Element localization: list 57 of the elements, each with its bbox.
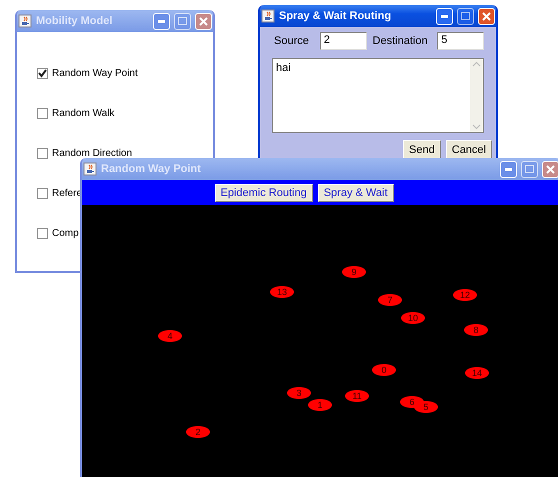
close-icon (199, 16, 208, 26)
checkbox-label: Random Direction (52, 148, 132, 158)
routing-button[interactable]: Epidemic Routing (214, 184, 313, 202)
destination-field[interactable]: 5 (437, 32, 484, 50)
scroll-bar[interactable] (470, 59, 483, 132)
routing-button[interactable]: Spray & Wait (318, 184, 394, 202)
source-label: Source (274, 35, 310, 47)
maximize-icon (178, 17, 187, 25)
close-icon (546, 164, 555, 174)
node: 11 (345, 390, 369, 402)
source-field[interactable]: 2 (320, 32, 367, 50)
checkbox-label: Comp (52, 228, 79, 238)
maximize-button[interactable] (174, 12, 191, 30)
node: 3 (287, 387, 311, 399)
dialog-button[interactable]: Cancel (446, 140, 492, 159)
node: 5 (414, 401, 438, 413)
maximize-icon (461, 12, 470, 20)
node: 7 (378, 294, 402, 306)
maximize-button[interactable] (457, 8, 474, 24)
node: 8 (464, 324, 488, 336)
minimize-icon (441, 14, 448, 18)
node: 4 (158, 330, 182, 342)
window-title: Spray & Wait Routing (279, 10, 392, 22)
node: 14 (465, 367, 489, 379)
node: 12 (453, 289, 477, 301)
coffee-cup-icon (18, 14, 32, 28)
node: 10 (401, 312, 425, 324)
checkbox-label: Random Walk (52, 108, 114, 118)
dialog-button[interactable]: Send (403, 140, 441, 159)
minimize-icon (158, 20, 165, 22)
checkbox[interactable] (37, 228, 48, 238)
checkbox-label: Random Way Point (52, 68, 138, 78)
node: 2 (186, 426, 210, 438)
close-button[interactable] (195, 12, 212, 30)
minimize-button[interactable] (500, 160, 517, 178)
node: 1 (308, 399, 332, 411)
message-area[interactable]: hai (272, 58, 484, 133)
checkbox[interactable] (37, 148, 48, 158)
checkbox[interactable] (37, 188, 48, 198)
node: 0 (372, 364, 396, 376)
maximize-icon (525, 165, 534, 173)
checkbox[interactable] (37, 108, 48, 118)
node: 13 (270, 286, 294, 298)
checkbox[interactable] (37, 68, 48, 78)
window-title: Random Way Point (101, 163, 202, 175)
minimize-button[interactable] (436, 8, 453, 24)
close-button[interactable] (478, 8, 495, 24)
destination-label: Destination (372, 35, 429, 47)
close-button[interactable] (542, 160, 558, 178)
window-title: Mobility Model (36, 15, 114, 27)
node: 9 (342, 266, 366, 278)
maximize-button[interactable] (521, 160, 538, 178)
close-icon (482, 12, 491, 20)
coffee-cup-icon (261, 9, 275, 23)
minimize-button[interactable] (153, 12, 170, 30)
minimize-icon (505, 168, 512, 170)
coffee-cup-icon (83, 162, 97, 176)
